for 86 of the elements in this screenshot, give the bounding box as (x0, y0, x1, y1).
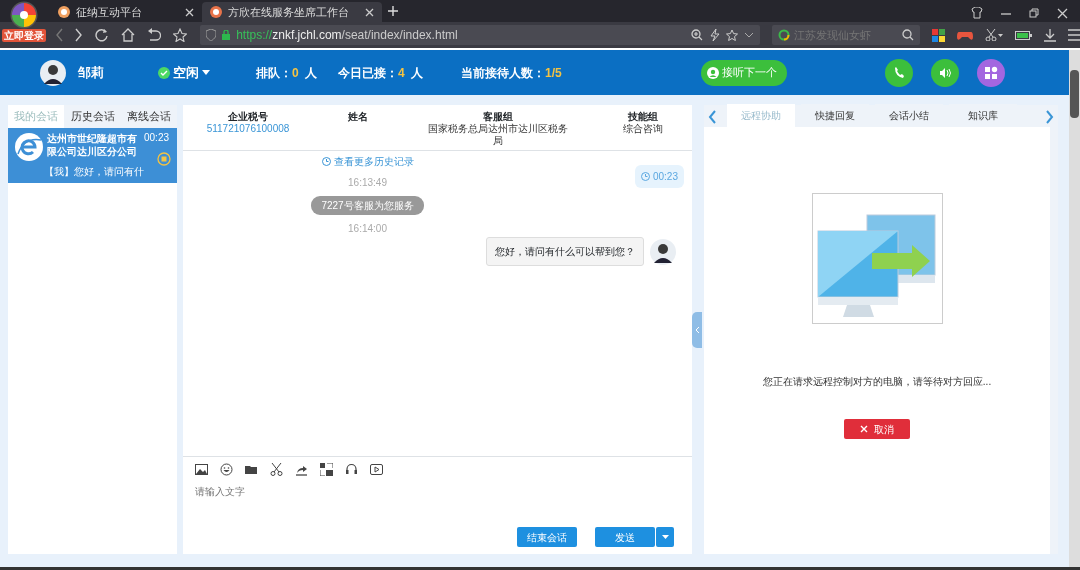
remote-request-message: 您正在请求远程控制对方的电脑，请等待对方回应... (762, 375, 992, 389)
folder-icon[interactable] (245, 463, 258, 476)
image-icon[interactable] (195, 463, 208, 476)
apps-button[interactable] (977, 58, 1005, 87)
info-value: 国家税务总局达州市达川区税务局 (428, 123, 568, 147)
info-value: 综合咨询 (621, 123, 664, 135)
lightning-icon[interactable] (709, 29, 720, 41)
caret-icon (202, 70, 210, 75)
home-icon[interactable] (121, 28, 136, 42)
browser-tab[interactable]: 征纳互动平台 (50, 2, 202, 22)
end-session-button[interactable]: 结束会话 (517, 527, 577, 547)
avatar (40, 59, 66, 86)
status-dropdown[interactable]: 空闲 (158, 62, 256, 83)
scrollbar[interactable] (1069, 50, 1080, 567)
chevron-left-icon (694, 325, 700, 334)
undo-icon[interactable] (147, 28, 162, 42)
battery-icon[interactable] (1015, 30, 1032, 40)
close-icon (860, 425, 868, 433)
search-engine-icon (778, 29, 790, 41)
user-icon (707, 66, 719, 79)
info-label: 企业税号 (228, 111, 268, 123)
close-icon[interactable] (185, 7, 194, 17)
forward-icon[interactable] (75, 28, 84, 42)
browser-logo-icon (14, 131, 44, 162)
session-time: 00:23 (144, 131, 170, 144)
zoom-icon[interactable] (691, 29, 703, 41)
info-label: 客服组 (483, 111, 513, 123)
site-icon (58, 6, 70, 18)
star-icon[interactable] (726, 29, 738, 41)
clock-icon (321, 157, 331, 166)
apps-icon[interactable] (932, 28, 945, 42)
back-icon[interactable] (55, 28, 64, 42)
chevron-left-icon[interactable] (708, 110, 717, 124)
login-badge[interactable]: 立即登录 (2, 29, 46, 42)
site-icon (210, 6, 222, 18)
download-icon[interactable] (1044, 28, 1056, 42)
emoji-icon[interactable] (220, 463, 233, 476)
chevron-right-icon[interactable] (1045, 110, 1054, 124)
chevron-down-icon[interactable] (744, 32, 754, 38)
menu-icon[interactable] (1068, 29, 1080, 41)
send-button[interactable]: 发送 (595, 527, 655, 547)
stat-text: 今日已接：4 人 (338, 64, 425, 82)
gamepad-icon[interactable] (957, 29, 973, 41)
screenshot-icon[interactable] (320, 463, 333, 476)
session-item[interactable]: 达州市世纪隆超市有限公司达川区分公司 00:23 【我】您好，请问有什 (8, 127, 177, 183)
collapse-handle[interactable] (692, 311, 702, 348)
skin-icon[interactable] (971, 7, 983, 19)
agent-name: 邹莉 (78, 63, 105, 82)
video-icon[interactable] (370, 463, 383, 476)
message-preview: 【我】您好，请问有什 (44, 164, 145, 179)
system-message: 7227号客服为您服务 (311, 196, 424, 215)
info-label: 技能组 (627, 111, 658, 123)
clock-icon (640, 172, 650, 181)
history-link[interactable]: 查看更多历史记录 (321, 154, 414, 169)
share-icon[interactable] (295, 463, 308, 476)
stat-text: 排队：0 人 (256, 64, 319, 82)
speaker-button[interactable] (931, 58, 959, 87)
browser-tab[interactable]: 方欣在线服务坐席工作台 (202, 2, 382, 22)
new-tab-icon[interactable] (388, 5, 398, 16)
info-label: 姓名 (348, 111, 368, 123)
scissors-icon[interactable] (270, 463, 283, 476)
stat-text: 当前接待人数：1/5 (461, 64, 563, 82)
waiting-status-icon (157, 151, 171, 166)
agent-message: 您好，请问有什么可以帮到您？ (486, 237, 644, 266)
message-time: 16:14:00 (348, 222, 387, 236)
reload-icon[interactable] (95, 28, 110, 42)
lock-icon (222, 30, 231, 40)
message-time: 16:13:49 (348, 176, 387, 190)
star-icon[interactable] (173, 28, 188, 42)
close-icon[interactable] (365, 7, 374, 17)
scissors-icon[interactable] (985, 29, 1003, 41)
send-options-button[interactable] (656, 527, 674, 547)
info-value: 511721076100008 (205, 123, 291, 135)
phone-button[interactable] (885, 58, 913, 87)
avatar (650, 238, 676, 265)
check-circle-icon (158, 66, 170, 79)
close-icon[interactable] (1057, 7, 1068, 19)
shield-icon (206, 29, 217, 41)
restore-icon[interactable] (1029, 8, 1039, 18)
search-icon[interactable] (902, 29, 914, 41)
headset-icon[interactable] (345, 463, 358, 476)
browser-logo-icon[interactable] (10, 1, 38, 29)
cancel-button[interactable]: 取消 (844, 419, 910, 439)
caret-icon (661, 535, 669, 539)
timer-badge: 00:23 (634, 165, 684, 188)
company-name: 达州市世纪隆超市有限公司达川区分公司 (47, 131, 138, 158)
